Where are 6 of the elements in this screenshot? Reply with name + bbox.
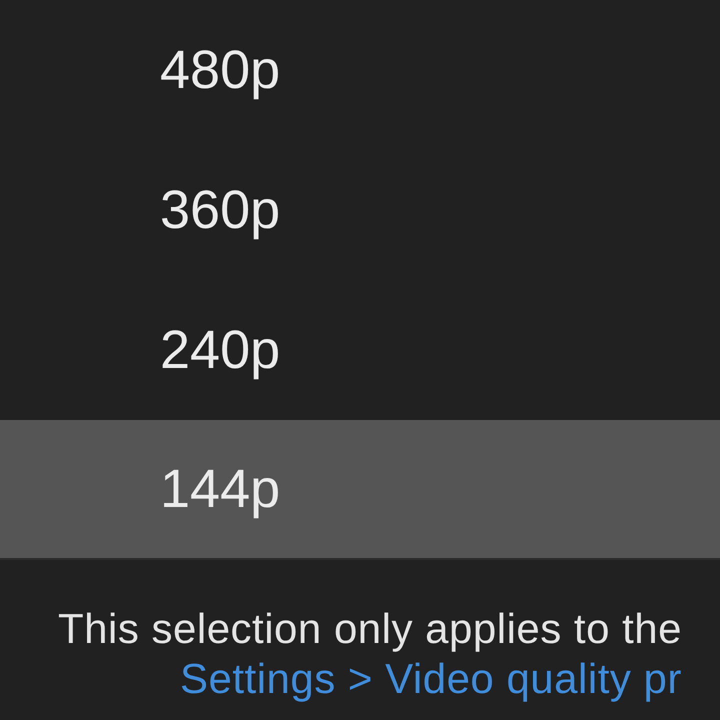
quality-option[interactable]: 240p [160,320,280,380]
quality-option[interactable]: 480p [160,40,280,100]
description-text: This selection only applies to the Settings > Video quality pr [58,604,682,704]
settings-link[interactable]: Settings > Video quality pr [180,654,682,704]
quality-option[interactable]: 360p [160,180,280,240]
quality-option[interactable]: 144p [0,420,720,560]
